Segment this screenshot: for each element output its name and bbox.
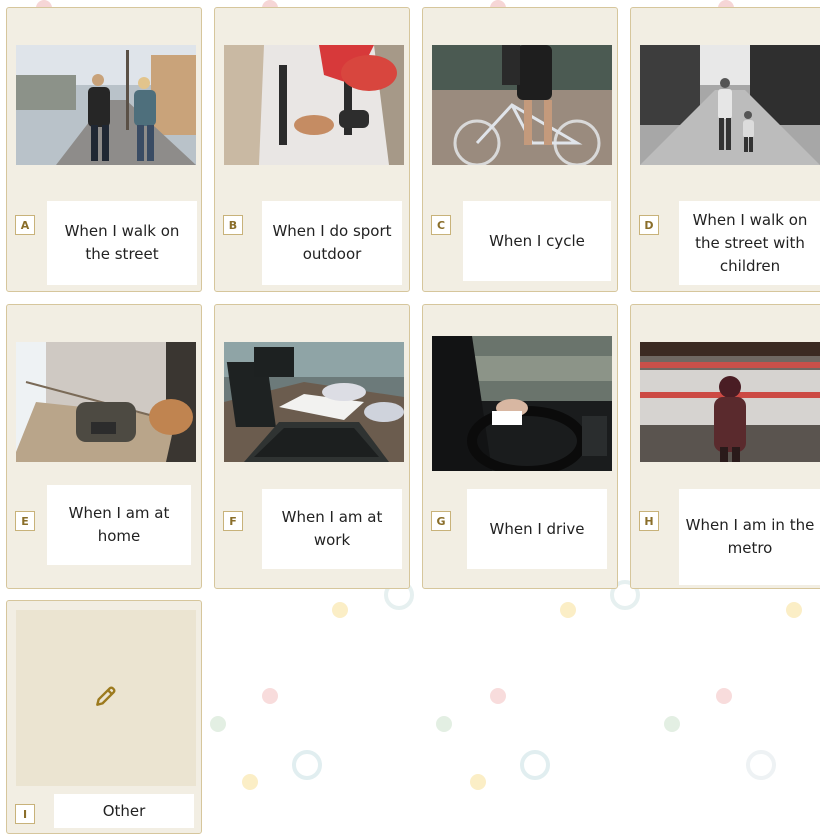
photo-sport-outdoor <box>224 45 404 165</box>
option-card-e[interactable]: E When I am at home <box>6 304 202 589</box>
option-label: Other <box>54 794 194 828</box>
option-card-f[interactable]: F When I am at work <box>214 304 410 589</box>
photo-work-laptop <box>224 342 404 462</box>
pencil-icon <box>93 683 119 713</box>
decor-dot <box>242 774 258 790</box>
decor-dot <box>664 716 680 732</box>
decor-dot <box>560 602 576 618</box>
option-letter: I <box>15 804 35 824</box>
photo-driving <box>432 336 612 471</box>
option-label: When I walk on the street <box>47 201 197 285</box>
option-label: When I am at work <box>262 489 402 569</box>
option-card-i[interactable]: I Other <box>6 600 202 834</box>
option-label: When I cycle <box>463 201 611 281</box>
decor-dot <box>436 716 452 732</box>
option-label: When I do sport outdoor <box>262 201 402 285</box>
option-letter: H <box>639 511 659 531</box>
photo-walking-couple <box>16 45 196 165</box>
option-card-c[interactable]: C When I cycle <box>422 7 618 292</box>
option-label: When I drive <box>467 489 607 569</box>
photo-metro <box>640 342 820 462</box>
decor-dot <box>786 602 802 618</box>
option-card-h[interactable]: H When I am in the metro <box>630 304 820 589</box>
decor-dot <box>716 688 732 704</box>
decor-dot <box>470 774 486 790</box>
option-label: When I am at home <box>47 485 191 565</box>
decor-ring <box>746 750 776 780</box>
decor-ring <box>520 750 550 780</box>
photo-walking-children <box>640 45 820 165</box>
other-input-area[interactable] <box>16 610 196 786</box>
option-card-g[interactable]: G When I drive <box>422 304 618 589</box>
option-letter: F <box>223 511 243 531</box>
option-label: When I walk on the street with children <box>679 201 820 285</box>
option-letter: D <box>639 215 659 235</box>
option-card-b[interactable]: B When I do sport outdoor <box>214 7 410 292</box>
photo-cycling <box>432 45 612 165</box>
decor-dot <box>490 688 506 704</box>
photo-home-hammock <box>16 342 196 462</box>
option-card-a[interactable]: A When I walk on the street <box>6 7 202 292</box>
decor-dot <box>262 688 278 704</box>
option-letter: E <box>15 511 35 531</box>
option-letter: B <box>223 215 243 235</box>
decor-dot <box>332 602 348 618</box>
option-label: When I am in the metro <box>679 489 820 585</box>
decor-ring <box>292 750 322 780</box>
option-letter: C <box>431 215 451 235</box>
option-letter: G <box>431 511 451 531</box>
option-letter: A <box>15 215 35 235</box>
decor-dot <box>210 716 226 732</box>
option-card-d[interactable]: D When I walk on the street with childre… <box>630 7 820 292</box>
